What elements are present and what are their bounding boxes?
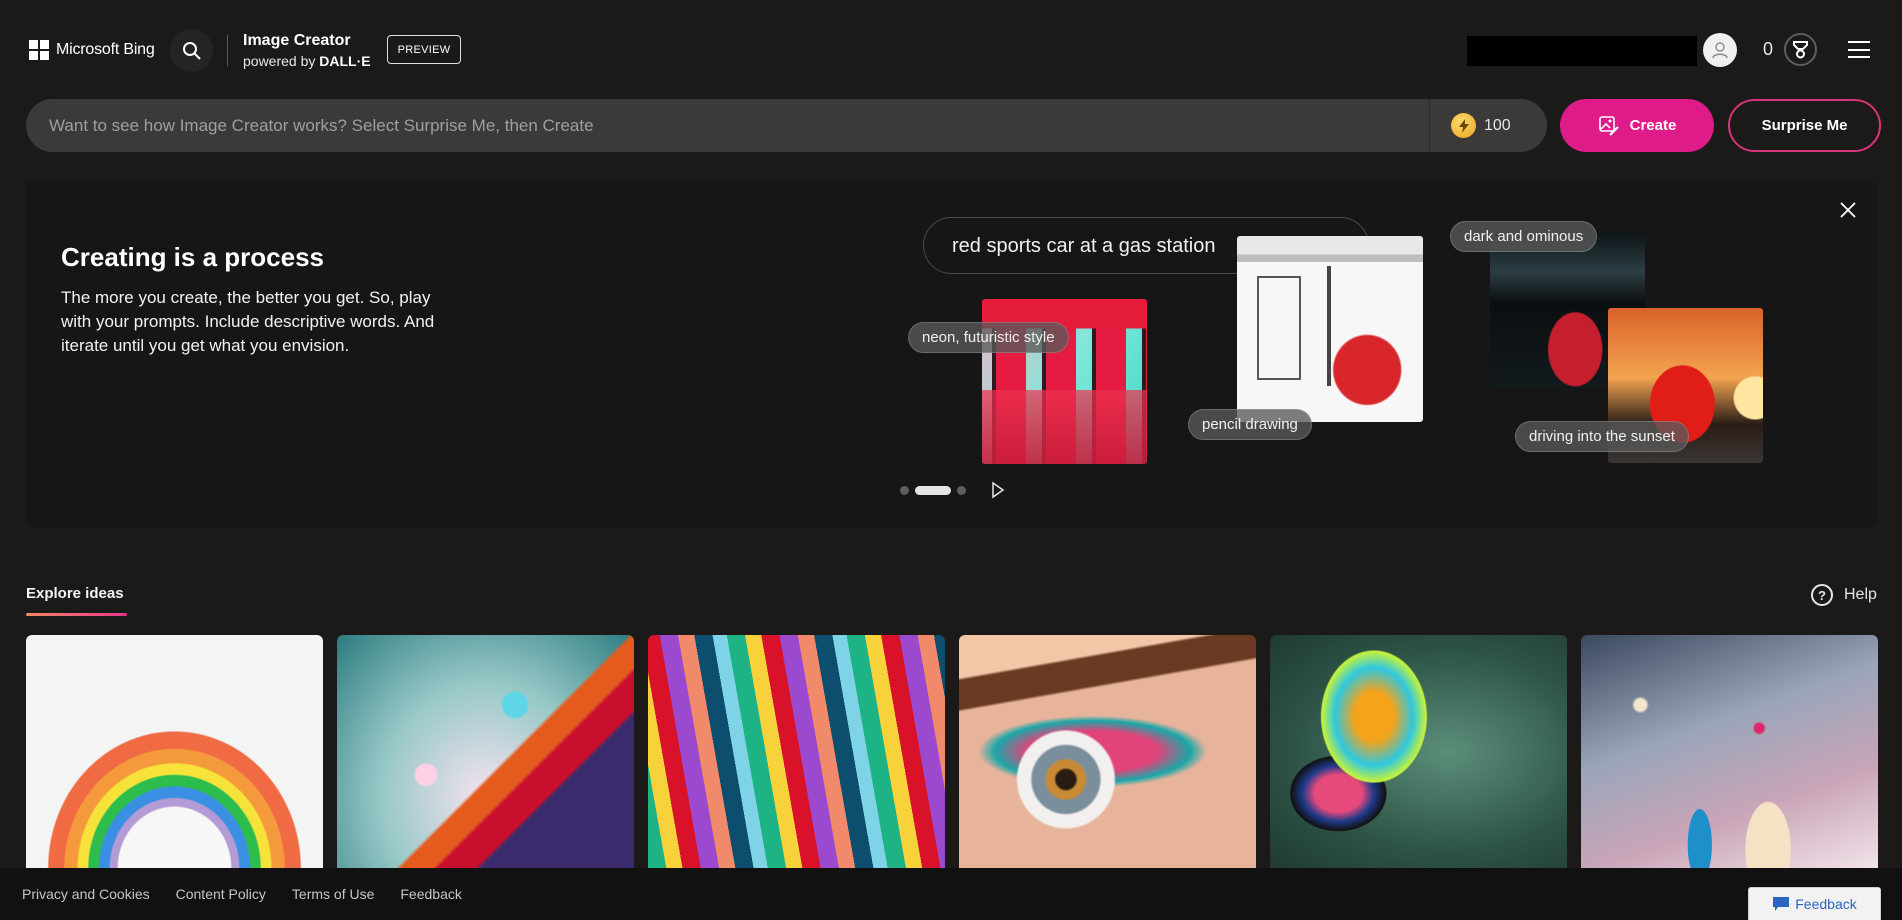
create-button[interactable]: Create — [1560, 99, 1714, 152]
brand-name: Microsoft Bing — [56, 41, 155, 58]
footer-link-terms[interactable]: Terms of Use — [292, 886, 374, 902]
gallery-tile-ribbons[interactable] — [648, 635, 945, 868]
gallery-tile-eye[interactable] — [959, 635, 1256, 868]
chat-bubble-icon — [1773, 897, 1790, 911]
modifier-chip: pencil drawing — [1188, 409, 1312, 440]
tips-banner: Creating is a process The more you creat… — [26, 180, 1877, 528]
menu-line — [1848, 41, 1870, 43]
footer-link-content-policy[interactable]: Content Policy — [176, 886, 266, 902]
footer-link-privacy[interactable]: Privacy and Cookies — [22, 886, 150, 902]
example-image-pencil — [1237, 236, 1423, 422]
search-icon — [182, 41, 201, 60]
carousel-indicators — [900, 486, 966, 495]
close-icon[interactable] — [1838, 200, 1858, 220]
menu-line — [1848, 56, 1870, 58]
feedback-label: Feedback — [1795, 896, 1857, 912]
prompt-bar: 100 — [26, 99, 1547, 152]
help-icon: ? — [1811, 584, 1833, 606]
microsoft-logo-icon — [29, 40, 49, 60]
prompt-input[interactable] — [49, 99, 1439, 152]
rewards-button[interactable] — [1784, 33, 1817, 66]
explore-gallery — [26, 635, 1878, 868]
gallery-tile-paint-splash[interactable] — [1581, 635, 1878, 868]
preview-badge: PREVIEW — [387, 35, 461, 64]
redacted-username — [1467, 36, 1697, 66]
carousel-dot[interactable] — [900, 486, 909, 495]
trophy-icon — [1793, 41, 1808, 59]
menu-button[interactable] — [1848, 41, 1870, 58]
prompt-divider — [1429, 99, 1430, 152]
bing-home-link[interactable]: Microsoft Bing — [29, 40, 155, 60]
powered-by-prefix: powered by — [243, 53, 316, 69]
tab-active-underline — [26, 613, 127, 616]
gallery-tile-pencil-glitter[interactable] — [337, 635, 634, 868]
help-label: Help — [1844, 586, 1877, 603]
create-label: Create — [1629, 117, 1677, 134]
surprise-me-button[interactable]: Surprise Me — [1728, 99, 1881, 152]
boosts-indicator[interactable]: 100 — [1451, 113, 1511, 138]
play-icon[interactable] — [991, 481, 1005, 499]
tab-explore-ideas[interactable]: Explore ideas — [26, 585, 124, 602]
carousel-dot-active[interactable] — [915, 486, 951, 495]
gallery-tile-rainbow[interactable] — [26, 635, 323, 868]
carousel-dot[interactable] — [957, 486, 966, 495]
modifier-chip: driving into the sunset — [1515, 421, 1689, 452]
modifier-chip: dark and ominous — [1450, 221, 1598, 252]
reward-count: 0 — [1763, 39, 1774, 59]
search-button[interactable] — [170, 29, 213, 72]
profile-avatar[interactable] — [1703, 33, 1737, 67]
footer: Privacy and Cookies Content Policy Terms… — [0, 868, 1902, 920]
app-title: Image Creator — [243, 32, 351, 49]
header: Microsoft Bing Image Creator powered by … — [0, 0, 1902, 100]
gallery-tile-butterfly[interactable] — [1270, 635, 1567, 868]
banner-title: Creating is a process — [61, 242, 324, 272]
image-create-icon — [1598, 115, 1619, 136]
banner-description: The more you create, the better you get.… — [61, 288, 435, 355]
example-prompt-text: red sports car at a gas station — [952, 235, 1216, 257]
boosts-count: 100 — [1484, 116, 1511, 134]
footer-link-feedback[interactable]: Feedback — [400, 886, 461, 902]
modifier-chip: neon, futuristic style — [908, 322, 1069, 353]
menu-line — [1848, 48, 1870, 51]
powered-by: powered by DALL·E — [243, 53, 371, 69]
powered-by-name: DALL·E — [319, 53, 371, 69]
footer-links: Privacy and Cookies Content Policy Terms… — [22, 886, 462, 902]
help-link[interactable]: ? Help — [1811, 584, 1877, 606]
boost-coin-icon — [1451, 113, 1476, 138]
header-divider — [227, 35, 228, 66]
user-icon — [1712, 42, 1728, 59]
feedback-button[interactable]: Feedback — [1748, 887, 1881, 920]
